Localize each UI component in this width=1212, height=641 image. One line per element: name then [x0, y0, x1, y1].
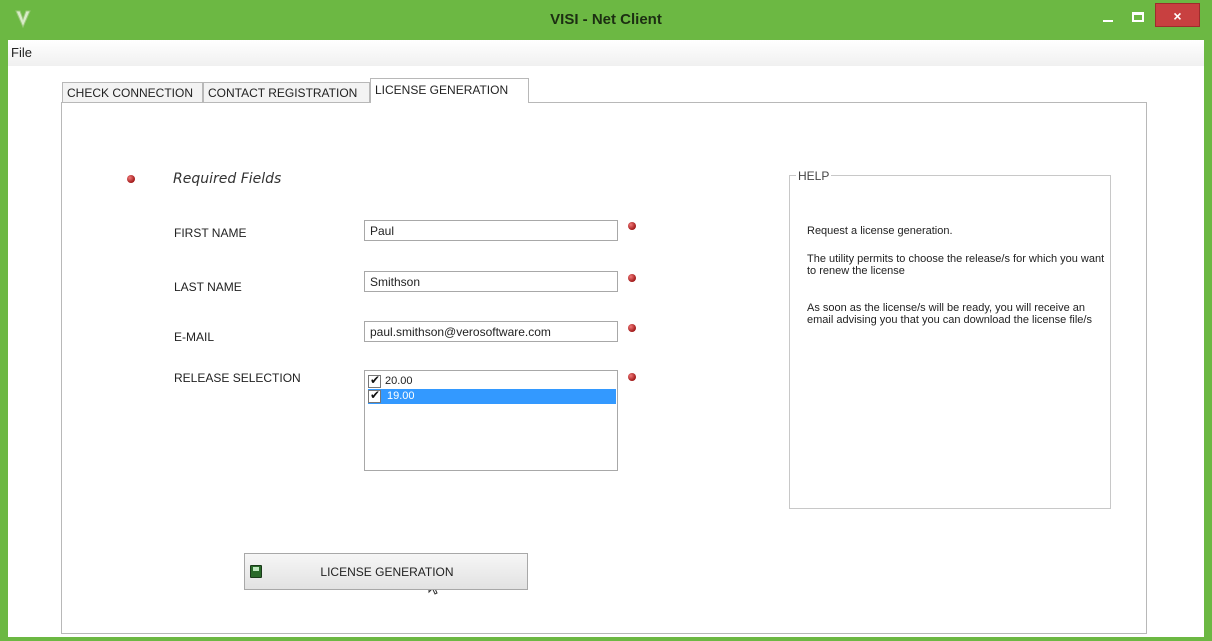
required-dot-icon: [628, 222, 636, 230]
release-item[interactable]: ✔ 20.00: [368, 373, 616, 389]
tab-license-generation[interactable]: LICENSE GENERATION: [370, 78, 529, 103]
required-dot-icon: [628, 274, 636, 282]
first-name-label: FIRST NAME: [174, 226, 247, 240]
help-title: HELP: [796, 169, 832, 183]
app-window: VISI - Net Client × File CHECK CONNECTIO…: [0, 0, 1212, 641]
window-title: VISI - Net Client: [550, 11, 662, 28]
license-generation-button[interactable]: LICENSE GENERATION: [244, 553, 528, 590]
required-dot-icon: [628, 324, 636, 332]
email-label: E-MAIL: [174, 330, 215, 344]
checkmark-icon: ✔: [370, 373, 381, 387]
release-checkbox[interactable]: ✔: [368, 388, 381, 403]
help-text-3: As soon as the license/s will be ready, …: [807, 302, 1092, 326]
last-name-input[interactable]: [364, 271, 618, 292]
maximize-icon: [1132, 12, 1144, 22]
minimize-icon: [1103, 20, 1113, 22]
release-selection-label: RELEASE SELECTION: [174, 371, 301, 385]
email-input[interactable]: [364, 321, 618, 342]
release-item-label: 19.00: [387, 390, 415, 402]
close-button[interactable]: ×: [1155, 3, 1200, 27]
release-item-label: 20.00: [385, 375, 413, 387]
help-text-2: The utility permits to choose the releas…: [807, 253, 1105, 277]
last-name-label: LAST NAME: [174, 280, 242, 294]
client-area: File CHECK CONNECTION CONTACT REGISTRATI…: [8, 40, 1204, 637]
release-item-selected[interactable]: ✔ 19.00: [368, 388, 616, 404]
license-generation-panel: Required Fields FIRST NAME LAST NAME E-M…: [61, 102, 1147, 634]
help-text-1: Request a license generation.: [807, 225, 953, 237]
minimize-button[interactable]: [1094, 4, 1122, 30]
checkmark-icon: ✔: [370, 388, 381, 402]
required-dot-icon: [628, 373, 636, 381]
help-box: HELP Request a license generation. The u…: [789, 169, 1111, 509]
title-bar[interactable]: VISI - Net Client ×: [0, 0, 1212, 40]
required-fields-label: Required Fields: [173, 171, 282, 187]
menu-file[interactable]: File: [11, 45, 32, 60]
first-name-input[interactable]: [364, 220, 618, 241]
close-icon: ×: [1173, 8, 1182, 24]
required-dot-icon: [127, 175, 135, 183]
release-checkbox[interactable]: ✔: [368, 373, 381, 388]
tab-contact-registration[interactable]: CONTACT REGISTRATION: [203, 82, 370, 103]
menu-bar: File: [8, 40, 1204, 66]
tab-check-connection[interactable]: CHECK CONNECTION: [62, 82, 203, 103]
license-generation-button-label: LICENSE GENERATION: [320, 565, 454, 579]
release-selection-list[interactable]: ✔ 20.00 ✔ 19.00: [364, 370, 618, 471]
maximize-button[interactable]: [1124, 4, 1152, 30]
